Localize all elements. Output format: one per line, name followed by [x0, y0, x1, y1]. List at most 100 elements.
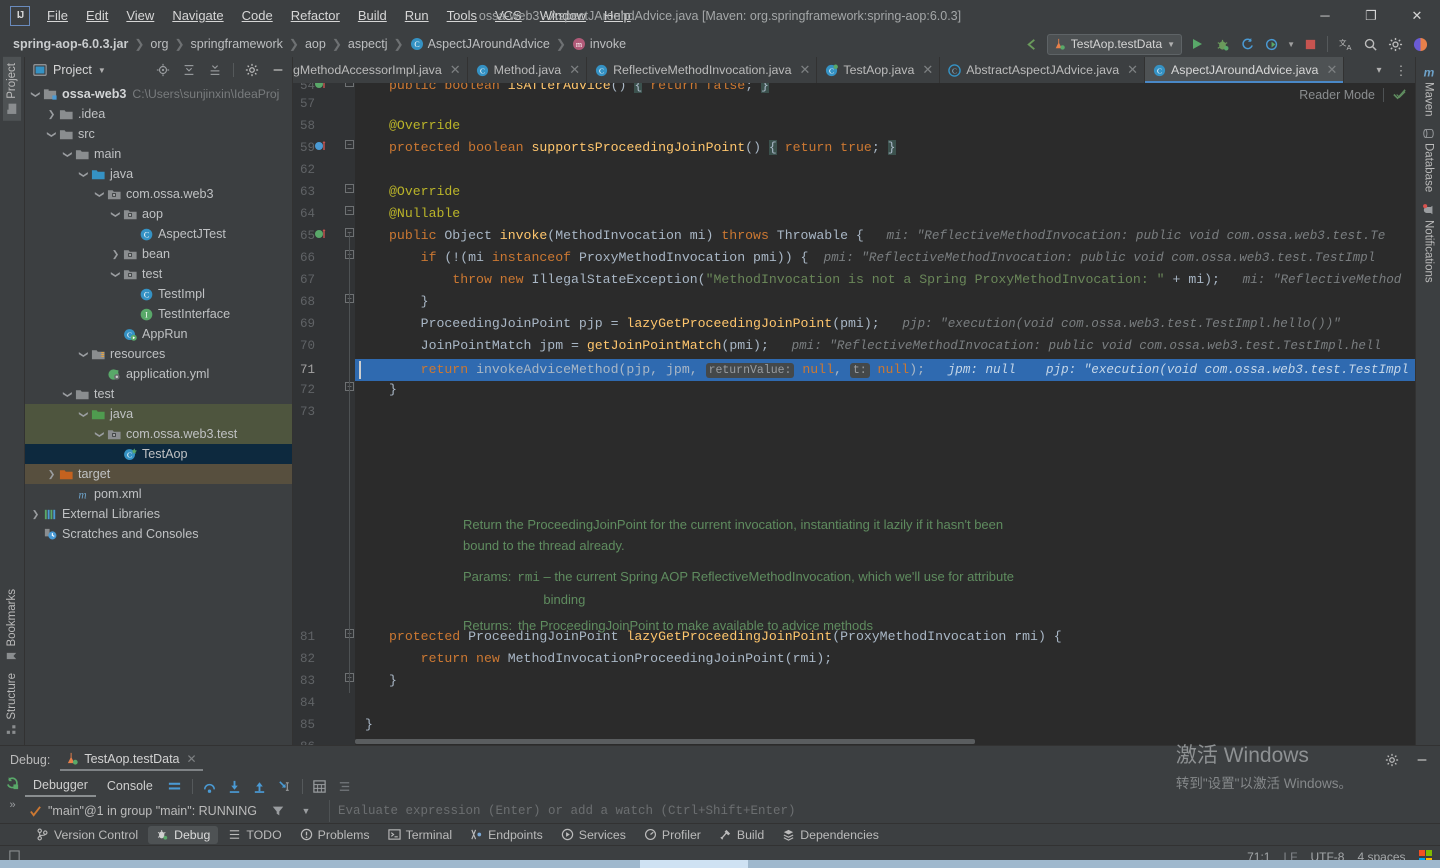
- fold-marker-63[interactable]: −: [345, 184, 354, 193]
- ai-assistant-icon[interactable]: [1410, 34, 1430, 54]
- sidebar-item-structure[interactable]: Structure: [3, 667, 21, 741]
- chevron-down-icon[interactable]: ▾: [1369, 60, 1389, 80]
- chevron-right-icon[interactable]: ❯: [45, 109, 58, 120]
- debug-icon[interactable]: [1212, 34, 1232, 54]
- step-out-icon[interactable]: [249, 776, 271, 796]
- close-icon[interactable]: ✕: [1326, 62, 1337, 78]
- code-editor[interactable]: Reader Mode 54 57 58 59 62 63 64 65 66 67 68 69 70 71…: [293, 83, 1415, 745]
- chevron-down-icon[interactable]: ❯: [94, 188, 105, 201]
- tool-profiler[interactable]: Profiler: [636, 826, 709, 844]
- close-icon[interactable]: ✕: [1127, 62, 1138, 78]
- sidebar-item-maven[interactable]: m Maven: [1419, 61, 1439, 122]
- tree-item-testimpl[interactable]: C TestImpl: [25, 284, 292, 304]
- chevron-down-icon[interactable]: ❯: [62, 148, 73, 161]
- coverage-icon[interactable]: [1262, 34, 1282, 54]
- tree-item-testinterface[interactable]: I TestInterface: [25, 304, 292, 324]
- code-content[interactable]: public boolean isAfterAdvice() { return …: [355, 83, 1415, 745]
- chevron-down-icon[interactable]: ❯: [78, 168, 89, 181]
- editor-horizontal-scrollbar[interactable]: [355, 737, 1415, 745]
- inspections-ok-icon[interactable]: [1392, 87, 1407, 102]
- tab-aspectjaroundadvice[interactable]: C AspectJAroundAdvice.java ✕: [1145, 57, 1345, 83]
- breadcrumb-item-method[interactable]: m invoke: [569, 36, 629, 52]
- close-icon[interactable]: ✕: [450, 62, 461, 78]
- chevron-down-icon[interactable]: ❯: [78, 348, 89, 361]
- menu-code[interactable]: Code: [233, 4, 282, 27]
- stop-icon[interactable]: [1300, 34, 1320, 54]
- tree-item-ossa-web3[interactable]: ❯ ossa-web3 C:\Users\sunjinxin\IdeaProj: [25, 84, 292, 104]
- sidebar-item-database[interactable]: Database: [1420, 122, 1438, 198]
- tool-terminal[interactable]: Terminal: [380, 826, 460, 844]
- evaluate-icon[interactable]: [309, 776, 331, 796]
- sidebar-item-project[interactable]: Project: [3, 57, 21, 121]
- step-into-icon[interactable]: [224, 776, 246, 796]
- chevron-down-icon[interactable]: ❯: [110, 268, 121, 281]
- minimize-button[interactable]: ─: [1302, 0, 1348, 31]
- close-icon[interactable]: ✕: [922, 62, 933, 78]
- tree-item-test[interactable]: ❯ test: [25, 384, 292, 404]
- tab-console[interactable]: Console: [99, 776, 161, 796]
- back-arrow-icon[interactable]: [1022, 34, 1042, 54]
- tree-item-bean[interactable]: ❯ bean: [25, 244, 292, 264]
- breadcrumb-item-class[interactable]: C AspectJAroundAdvice: [407, 36, 553, 52]
- tab-method[interactable]: C Method.java ✕: [468, 57, 588, 83]
- tree-item-com-ossa-web3[interactable]: ❯ com.ossa.web3: [25, 184, 292, 204]
- tool-endpoints[interactable]: Endpoints: [462, 826, 551, 844]
- hide-icon[interactable]: [268, 60, 288, 80]
- tab-debugger[interactable]: Debugger: [25, 775, 96, 797]
- rerun-debug-icon[interactable]: [5, 776, 20, 791]
- breadcrumb-item-springframework[interactable]: springframework: [188, 36, 286, 52]
- chevron-down-icon[interactable]: ▼: [295, 801, 317, 821]
- coverage-dropdown-icon[interactable]: ▼: [1287, 40, 1295, 49]
- tree-item-apprun[interactable]: C AppRun: [25, 324, 292, 344]
- run-configuration-selector[interactable]: TestAop.testData ▼: [1046, 33, 1183, 55]
- restore-layout-icon[interactable]: [164, 776, 186, 796]
- close-icon[interactable]: ✕: [187, 752, 197, 766]
- tree-item-scratches-and-consoles[interactable]: Scratches and Consoles: [25, 524, 292, 544]
- tree-item-testaop[interactable]: C TestAop: [25, 444, 292, 464]
- chevron-down-icon[interactable]: ❯: [78, 408, 89, 421]
- tree-item-java[interactable]: ❯ java: [25, 404, 292, 424]
- menu-run[interactable]: Run: [396, 4, 438, 27]
- breadcrumb-item-aspectj[interactable]: aspectj: [345, 36, 391, 52]
- maximize-button[interactable]: ❐: [1348, 0, 1394, 31]
- thread-status[interactable]: "main"@1 in group "main": RUNNING: [25, 804, 261, 818]
- settings-icon[interactable]: [1385, 34, 1405, 54]
- sidebar-item-notifications[interactable]: Notifications: [1420, 198, 1438, 289]
- breadcrumb-item-jar[interactable]: spring-aop-6.0.3.jar: [10, 36, 131, 52]
- tree-item-application-yml[interactable]: application.yml: [25, 364, 292, 384]
- tree-item-target[interactable]: ❯ target: [25, 464, 292, 484]
- tree-item-src[interactable]: ❯ src: [25, 124, 292, 144]
- chevron-down-icon[interactable]: ❯: [30, 88, 41, 101]
- tree-item-aspectjtest[interactable]: C AspectJTest: [25, 224, 292, 244]
- editor-gutter[interactable]: 54 57 58 59 62 63 64 65 66 67 68 69 70 71 72 73 81 82 83 84…: [293, 83, 355, 745]
- gutter-marker-59[interactable]: [314, 139, 328, 153]
- menu-tools[interactable]: Tools: [438, 4, 486, 27]
- chevron-down-icon[interactable]: ❯: [110, 208, 121, 221]
- settings-list-icon[interactable]: [334, 776, 356, 796]
- tool-problems[interactable]: Problems: [292, 826, 378, 844]
- chevron-down-icon[interactable]: ❯: [46, 128, 57, 141]
- chevron-right-icon[interactable]: ❯: [45, 469, 58, 480]
- expand-all-icon[interactable]: [179, 60, 199, 80]
- fold-marker-59[interactable]: −: [345, 140, 354, 149]
- tree-item-pom-xml[interactable]: m pom.xml: [25, 484, 292, 504]
- tree-item-aop[interactable]: ❯ aop: [25, 204, 292, 224]
- run-icon[interactable]: [1187, 34, 1207, 54]
- tab-testaop[interactable]: C TestAop.java ✕: [817, 57, 941, 83]
- tool-todo[interactable]: TODO: [220, 826, 289, 844]
- more-vertical-icon[interactable]: ⋮: [1391, 60, 1411, 80]
- tool-services[interactable]: Services: [553, 826, 634, 844]
- hide-icon[interactable]: [1412, 750, 1432, 770]
- reader-mode-toggle[interactable]: Reader Mode: [1299, 87, 1407, 102]
- tab-reflectivemethodinvocation[interactable]: C ReflectiveMethodInvocation.java ✕: [587, 57, 818, 83]
- tree-item-resources[interactable]: ❯ resources: [25, 344, 292, 364]
- tree-item-java[interactable]: ❯ java: [25, 164, 292, 184]
- menu-edit[interactable]: Edit: [77, 4, 117, 27]
- tool-version-control[interactable]: Version Control: [28, 826, 146, 844]
- tool-debug[interactable]: Debug: [148, 825, 219, 844]
- chevron-right-icon[interactable]: ❯: [109, 249, 122, 260]
- gear-icon[interactable]: [1382, 750, 1402, 770]
- chevron-down-icon[interactable]: ❯: [94, 428, 105, 441]
- search-everywhere-icon[interactable]: [1360, 34, 1380, 54]
- close-button[interactable]: ✕: [1394, 0, 1440, 31]
